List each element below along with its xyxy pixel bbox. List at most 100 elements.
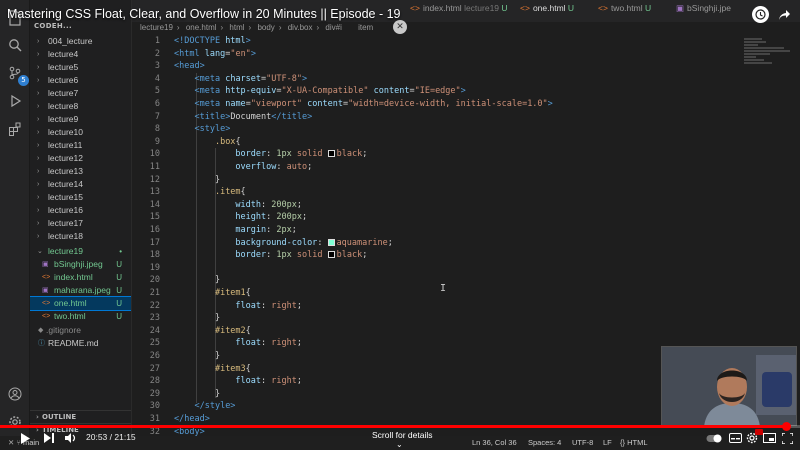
line-number: 2 <box>154 48 160 59</box>
tree-item[interactable]: › lecture13 <box>30 165 131 178</box>
tree-item-file-selected[interactable]: <> one.html U <box>30 296 131 311</box>
tree-item-file[interactable]: <> index.html U <box>30 271 131 284</box>
code-line: <title>Document</title> <box>194 111 313 122</box>
tree-item[interactable]: › lecture4 <box>30 48 131 61</box>
line-number: 30 <box>149 401 160 412</box>
code-line: border: 1px solid black; <box>235 250 368 261</box>
activity-bar: 5 <box>0 0 30 450</box>
scroll-for-details[interactable]: Scroll for details <box>372 430 432 440</box>
line-ending[interactable]: LF <box>603 438 612 447</box>
tree-item[interactable]: › lecture15 <box>30 191 131 204</box>
subtitles-icon[interactable] <box>728 432 742 444</box>
code-line: height: 200px; <box>235 212 308 223</box>
code-line: } <box>174 275 221 286</box>
code-line: </style> <box>194 401 236 412</box>
miniplayer-icon[interactable] <box>762 432 776 444</box>
gear-icon[interactable] <box>5 412 25 432</box>
tab-one-html[interactable]: <> one.html U <box>520 3 574 13</box>
code-line: <html lang="en"> <box>174 48 256 59</box>
line-number: 22 <box>149 300 160 311</box>
breadcrumb-item[interactable]: div.box <box>288 23 313 32</box>
encoding[interactable]: UTF-8 <box>572 438 593 447</box>
autoplay-toggle[interactable] <box>706 432 722 444</box>
chevron-right-icon: › <box>37 51 40 58</box>
share-icon[interactable] <box>776 6 793 23</box>
code-line: <meta charset="UTF-8"> <box>194 73 308 84</box>
tree-item-file[interactable]: ⓘ README.md <box>30 337 131 350</box>
settings-icon[interactable] <box>744 429 763 444</box>
tree-item-file[interactable]: ◆ .gitignore <box>30 324 131 337</box>
chevron-down-icon[interactable]: ⌄ <box>396 440 403 449</box>
clock-icon[interactable] <box>752 6 769 23</box>
progress-scrubber[interactable] <box>782 422 792 431</box>
tree-item[interactable]: › 004_lecture <box>30 35 131 48</box>
tree-item[interactable]: › lecture17 <box>30 217 131 230</box>
line-number: 19 <box>149 262 160 273</box>
line-number: 3 <box>154 61 160 72</box>
breadcrumb-item[interactable]: lecture19 <box>140 23 173 32</box>
close-icon[interactable]: ✕ <box>393 20 407 34</box>
next-icon[interactable] <box>42 432 56 444</box>
play-icon[interactable] <box>18 432 32 444</box>
tree-item[interactable]: › lecture14 <box>30 178 131 191</box>
line-number: 8 <box>154 124 160 135</box>
chevron-right-icon: › <box>37 142 40 149</box>
breadcrumb-item[interactable]: html <box>229 23 244 32</box>
video-progress-fill <box>0 425 787 428</box>
code-line: } <box>174 351 221 361</box>
tab-index-html[interactable]: <> index.html lecture19 U <box>410 3 508 13</box>
fullscreen-icon[interactable] <box>780 432 794 444</box>
tree-item[interactable]: › lecture10 <box>30 126 131 139</box>
breadcrumb-item[interactable]: one.html <box>186 23 217 32</box>
extensions-icon[interactable] <box>5 119 25 139</box>
code-line: overflow: auto; <box>235 162 313 172</box>
tree-item-file[interactable]: <> two.html U <box>30 310 131 323</box>
outline-section[interactable]: › OUTLINE <box>30 410 131 423</box>
chevron-down-icon: ⌄ <box>37 248 43 255</box>
code-line: <meta http-equiv="X-UA-Compatible" conte… <box>194 86 466 97</box>
tree-item[interactable]: › lecture6 <box>30 74 131 87</box>
tab-bsinghji[interactable]: ▣ bSinghji.jpe <box>676 3 731 14</box>
code-line: </head> <box>174 414 210 424</box>
tree-item[interactable]: › lecture18 <box>30 230 131 243</box>
webcam-overlay <box>661 346 797 426</box>
line-number: 5 <box>154 86 160 97</box>
language-mode[interactable]: {} HTML <box>620 438 648 447</box>
line-number: 7 <box>154 111 160 122</box>
breadcrumb-item[interactable]: body <box>257 23 274 32</box>
chevron-right-icon: › <box>37 103 40 110</box>
video-progress-bar[interactable] <box>0 422 800 431</box>
minimap[interactable] <box>740 35 800 335</box>
tree-item-file[interactable]: ▣ bSinghji.jpeg U <box>30 258 131 271</box>
code-line: .item{ <box>214 187 246 198</box>
line-number: 20 <box>149 275 160 286</box>
tree-item-file[interactable]: ▣ maharana.jpeg U <box>30 284 131 297</box>
chevron-right-icon: › <box>37 181 40 188</box>
source-control-icon[interactable]: 5 <box>5 63 29 86</box>
volume-icon[interactable] <box>64 432 78 444</box>
video-title[interactable]: Mastering CSS Float, Clear, and Overflow… <box>7 7 400 21</box>
image-file-icon: ▣ <box>676 3 685 13</box>
chevron-right-icon: › <box>37 155 40 162</box>
indentation[interactable]: Spaces: 4 <box>528 438 561 447</box>
tab-two-html[interactable]: <> two.html U <box>598 3 651 13</box>
search-icon[interactable] <box>5 35 25 55</box>
code-editor[interactable]: 1 2 3 4 5 6 7 8 9 10 11 12 13 14 15 16 17 18 19 20 21 22 23 24 2… <box>132 35 740 437</box>
tree-item-lecture19[interactable]: ⌄ lecture19 • <box>30 245 131 258</box>
chevron-right-icon: › <box>37 168 40 175</box>
cursor-position[interactable]: Ln 36, Col 36 <box>472 438 517 447</box>
tree-item[interactable]: › lecture5 <box>30 61 131 74</box>
tree-item[interactable]: › lecture7 <box>30 87 131 100</box>
breadcrumb-item[interactable]: item <box>358 23 373 32</box>
tree-item[interactable]: › lecture9 <box>30 113 131 126</box>
breadcrumb-item[interactable]: div#i <box>325 23 341 32</box>
tree-item[interactable]: › lecture16 <box>30 204 131 217</box>
tree-item[interactable]: › lecture11 <box>30 139 131 152</box>
tree-item[interactable]: › lecture8 <box>30 100 131 113</box>
tree-item[interactable]: › lecture12 <box>30 152 131 165</box>
gitignore-file-icon: ◆ <box>38 327 44 334</box>
line-number: 15 <box>149 212 160 223</box>
run-debug-icon[interactable] <box>5 91 25 111</box>
account-icon[interactable] <box>5 384 25 404</box>
explorer-header: CODEH... <box>34 22 72 30</box>
